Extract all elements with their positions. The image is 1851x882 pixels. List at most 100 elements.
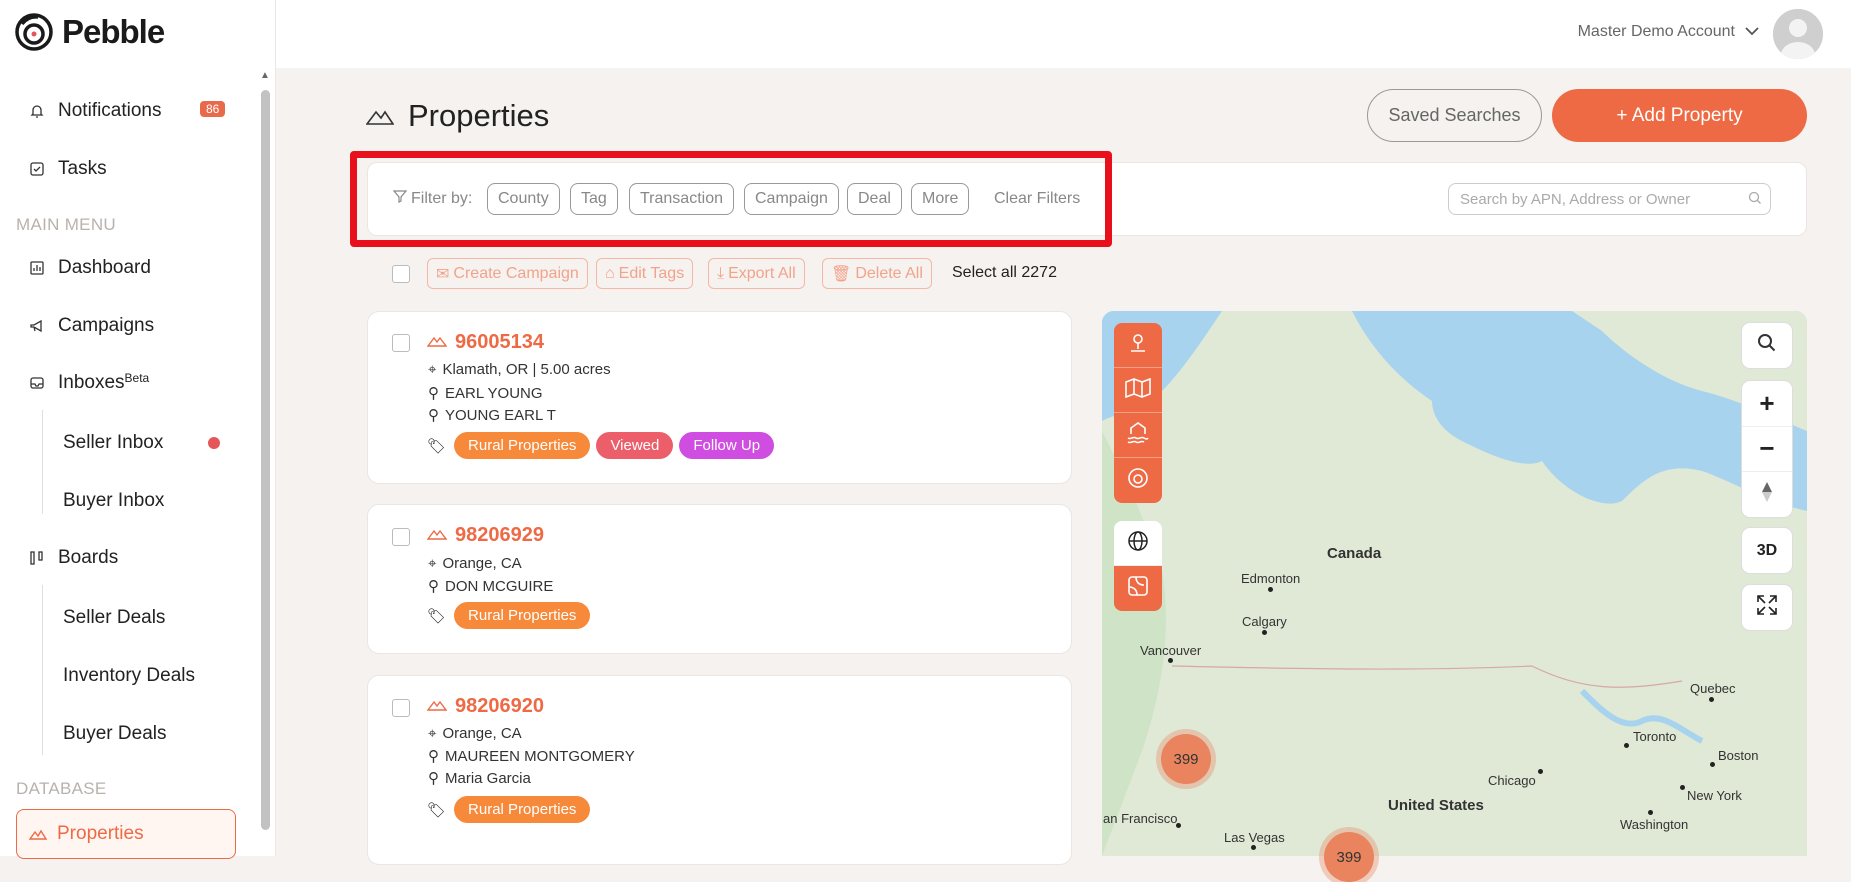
search-input[interactable]: Search by APN, Address or Owner [1448, 183, 1771, 215]
flood-layer-button[interactable] [1114, 413, 1162, 458]
logo[interactable]: Pebble [14, 12, 165, 52]
tag-icon: 🏷 [427, 437, 447, 455]
property-location: ⌖ Orange, CA [428, 555, 522, 572]
map-label-canada: Canada [1327, 545, 1382, 562]
sidebar-item-dashboard[interactable]: Dashboard [28, 257, 151, 279]
property-checkbox[interactable] [392, 528, 410, 546]
beta-label: Beta [124, 371, 150, 385]
map-3d-button[interactable]: 3D [1742, 528, 1792, 573]
zoom-in-button[interactable]: + [1742, 382, 1792, 427]
city-dot [1251, 845, 1256, 850]
sidebar-item-seller-inbox[interactable]: Seller Inbox [63, 432, 163, 454]
property-apn-text: 96005134 [455, 331, 544, 353]
parcel-layer-button[interactable] [1114, 323, 1162, 368]
map-city-washington: Washington [1620, 817, 1689, 832]
compass-icon [1761, 481, 1773, 508]
sidebar-item-buyer-deals[interactable]: Buyer Deals [63, 723, 167, 745]
select-all-checkbox[interactable] [392, 265, 410, 283]
compass-button[interactable] [1742, 472, 1792, 517]
map-city-toronto: Toronto [1633, 729, 1677, 744]
pin-icon: ⌖ [428, 725, 437, 742]
person-icon: ⚲ [428, 407, 439, 424]
tag-rural[interactable]: Rural Properties [454, 602, 591, 629]
sidebar-item-properties[interactable]: Properties [16, 809, 236, 859]
scroll-thumb[interactable] [261, 90, 270, 830]
property-location-text: Orange, CA [442, 725, 522, 742]
property-apn[interactable]: 96005134 [426, 331, 544, 354]
property-location: ⌖ Orange, CA [428, 725, 522, 742]
saved-searches-button[interactable]: Saved Searches [1367, 89, 1542, 142]
sidebar-item-inboxes[interactable]: Inboxes Beta [28, 371, 150, 394]
map-city-quebec: Quebec [1690, 681, 1736, 696]
map-cluster[interactable]: 399 [1324, 832, 1374, 882]
property-owner: ⚲ YOUNG EARL T [428, 406, 556, 425]
property-apn[interactable]: 98206929 [426, 524, 544, 547]
property-checkbox[interactable] [392, 334, 410, 352]
city-dot [1709, 697, 1714, 702]
avatar[interactable] [1773, 9, 1823, 59]
contour-layer-button[interactable] [1114, 458, 1162, 503]
create-campaign-label: Create Campaign [453, 264, 579, 282]
search-icon [1748, 191, 1762, 209]
edit-tags-label: Edit Tags [618, 264, 685, 282]
person-icon: ⚲ [428, 770, 439, 787]
sidebar-scrollbar[interactable]: ▲ [258, 70, 272, 856]
property-location: ⌖ Klamath, OR | 5.00 acres [428, 361, 611, 378]
sidebar-item-tasks[interactable]: Tasks [28, 158, 107, 180]
delete-all-button[interactable]: 🗑 Delete All [822, 258, 932, 289]
city-dot [1710, 762, 1715, 767]
property-owner: ⚲ MAUREEN MONTGOMERY [428, 747, 635, 766]
map-search-button[interactable] [1742, 323, 1792, 368]
create-campaign-button[interactable]: ✉ Create Campaign [427, 258, 588, 289]
sidebar-item-boards[interactable]: Boards [28, 547, 118, 569]
brand-name: Pebble [62, 13, 165, 50]
city-dot [1262, 630, 1267, 635]
add-property-button[interactable]: + Add Property [1552, 89, 1807, 142]
globe-button[interactable] [1114, 521, 1162, 566]
sidebar-item-seller-deals[interactable]: Seller Deals [63, 607, 165, 629]
download-icon: ⤓ [717, 264, 725, 282]
map-city-edmonton: Edmonton [1241, 571, 1301, 586]
tag-follow-up[interactable]: Follow Up [679, 432, 775, 459]
sidebar-item-campaigns[interactable]: Campaigns [28, 315, 154, 337]
pin-person-icon [1126, 331, 1150, 360]
tag-icon: 🏷 [427, 801, 447, 819]
city-dot [1538, 769, 1543, 774]
checkbox-icon [28, 160, 46, 178]
target-icon [1126, 466, 1150, 495]
edit-tags-button[interactable]: ⌂ Edit Tags [596, 258, 694, 289]
account-switcher[interactable]: Master Demo Account [1578, 23, 1759, 41]
city-dot [1168, 658, 1173, 663]
sidebar-item-label: Tasks [58, 158, 107, 179]
property-owner: ⚲ DON MCGUIRE [428, 577, 553, 596]
sidebar-item-notifications[interactable]: Notifications [28, 100, 162, 122]
property-checkbox[interactable] [392, 699, 410, 717]
sidebar-item-inventory-deals[interactable]: Inventory Deals [63, 665, 195, 687]
zoom-out-button[interactable]: − [1742, 427, 1792, 472]
account-name: Master Demo Account [1577, 23, 1735, 40]
fullscreen-button[interactable] [1742, 585, 1792, 630]
sidebar-item-buyer-inbox[interactable]: Buyer Inbox [63, 490, 164, 512]
sidebar-item-label: Inboxes [58, 372, 125, 393]
satellite-button[interactable] [1114, 566, 1162, 611]
map[interactable] [1102, 311, 1807, 856]
property-owner: ⚲ EARL YOUNG [428, 384, 543, 403]
satellite-map-icon [1126, 574, 1150, 603]
page-title: Properties [366, 98, 549, 134]
database-label: DATABASE [16, 779, 107, 798]
property-apn[interactable]: 98206920 [426, 695, 544, 718]
city-dot [1624, 743, 1629, 748]
person-icon: ⚲ [428, 385, 439, 402]
tag-rural[interactable]: Rural Properties [454, 432, 591, 459]
sidebar-item-label: Properties [57, 823, 144, 844]
scroll-up-icon[interactable]: ▲ [260, 70, 270, 81]
select-all-count[interactable]: Select all 2272 [952, 264, 1057, 282]
tag-viewed[interactable]: Viewed [596, 432, 674, 459]
map-cluster[interactable]: 399 [1161, 734, 1211, 784]
map-book-button[interactable] [1114, 368, 1162, 413]
inbox-subline [42, 410, 43, 514]
pin-icon: ⌖ [428, 555, 437, 572]
property-location-text: Klamath, OR | 5.00 acres [442, 361, 611, 378]
export-all-button[interactable]: ⤓ Export All [708, 258, 805, 289]
tag-rural[interactable]: Rural Properties [454, 796, 591, 823]
